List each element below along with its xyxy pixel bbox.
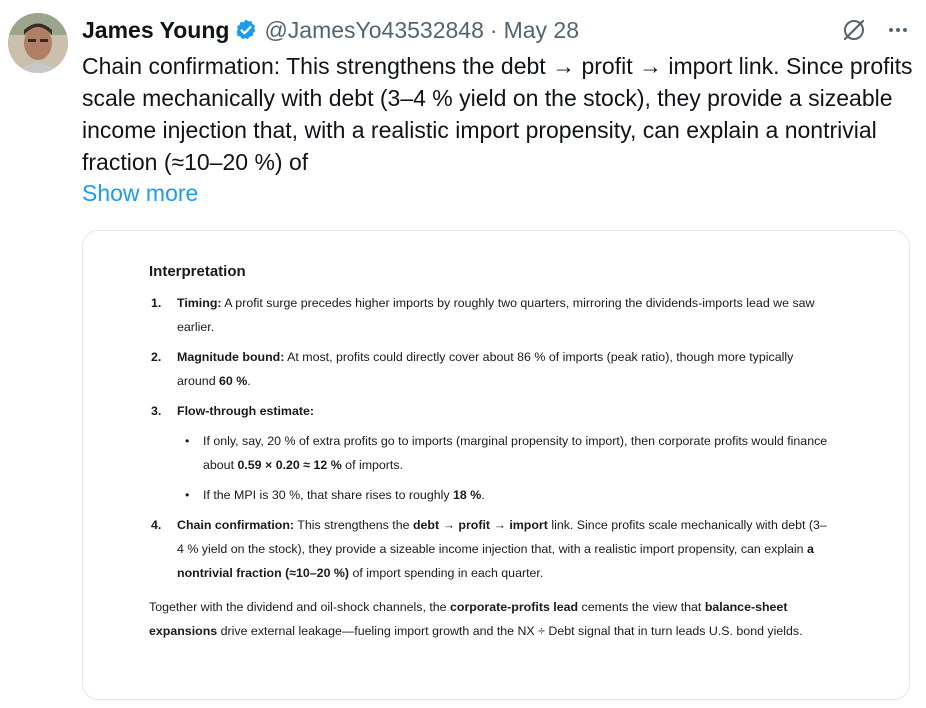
item-number: 2. (151, 350, 162, 364)
verified-badge-icon (234, 18, 258, 42)
post-date[interactable]: May 28 (504, 17, 579, 44)
item-bold: 60 % (219, 374, 248, 388)
list-item: 1. Timing: A profit surge precedes highe… (149, 291, 829, 339)
item-text: of import spending in each quarter. (349, 566, 544, 580)
author-name[interactable]: James Young (82, 17, 229, 44)
closing-bold: corporate-profits lead (450, 600, 579, 614)
closing-text: Together with the dividend and oil-shock… (149, 600, 451, 614)
closing-text: cements the view that (578, 600, 705, 614)
more-icon[interactable] (884, 16, 912, 44)
document-content: Interpretation 1. Timing: A profit surge… (149, 259, 829, 643)
list-item: 3. Flow-through estimate: (149, 399, 829, 423)
item-text: . (247, 374, 251, 388)
show-more-link[interactable]: Show more (82, 177, 198, 209)
closing-text: drive external leakage—fueling import gr… (217, 624, 803, 638)
item-number: 3. (151, 404, 162, 418)
item-bold: Magnitude bound: (177, 350, 285, 364)
bullet-icon: • (185, 488, 190, 502)
item-number: 1. (151, 296, 162, 310)
header-separator: · (489, 16, 498, 43)
bullet-icon: • (185, 434, 190, 448)
header-actions (840, 16, 912, 44)
sub-list-item: • If only, say, 20 % of extra profits go… (149, 429, 829, 477)
item-bold: Chain confirmation: (177, 518, 295, 532)
tweet-text: Chain confirmation: This strengthens the… (82, 53, 913, 175)
avatar[interactable] (8, 13, 68, 73)
sub-list-item: • If the MPI is 30 %, that share rises t… (149, 483, 829, 507)
closing-paragraph: Together with the dividend and oil-shock… (149, 595, 829, 643)
list-item: 2. Magnitude bound: At most, profits cou… (149, 345, 829, 393)
item-text: A profit surge precedes higher imports b… (177, 296, 815, 334)
item-text: This strengthens the (294, 518, 413, 532)
grok-icon[interactable] (840, 16, 868, 44)
tweet-header: James Young @JamesYo43532848 · May 28 (82, 14, 912, 46)
item-bold: debt → profit → import (412, 518, 548, 532)
item-number: 4. (151, 518, 162, 532)
sub-bold: 0.59 × 0.20 ≈ 12 % (237, 458, 342, 472)
sub-text: of imports. (341, 458, 404, 472)
author-handle[interactable]: @JamesYo43532848 (264, 17, 483, 44)
sub-text: If the MPI is 30 %, that share rises to … (203, 488, 453, 502)
item-bold: Timing: (177, 296, 222, 310)
sub-bold: 18 % (453, 488, 482, 502)
list-item: 4. Chain confirmation: This strengthens … (149, 513, 829, 585)
item-bold: Flow-through estimate: (177, 404, 314, 418)
attached-image-card[interactable]: Interpretation 1. Timing: A profit surge… (82, 230, 910, 700)
sub-text: . (481, 488, 485, 502)
card-heading: Interpretation (149, 263, 246, 280)
